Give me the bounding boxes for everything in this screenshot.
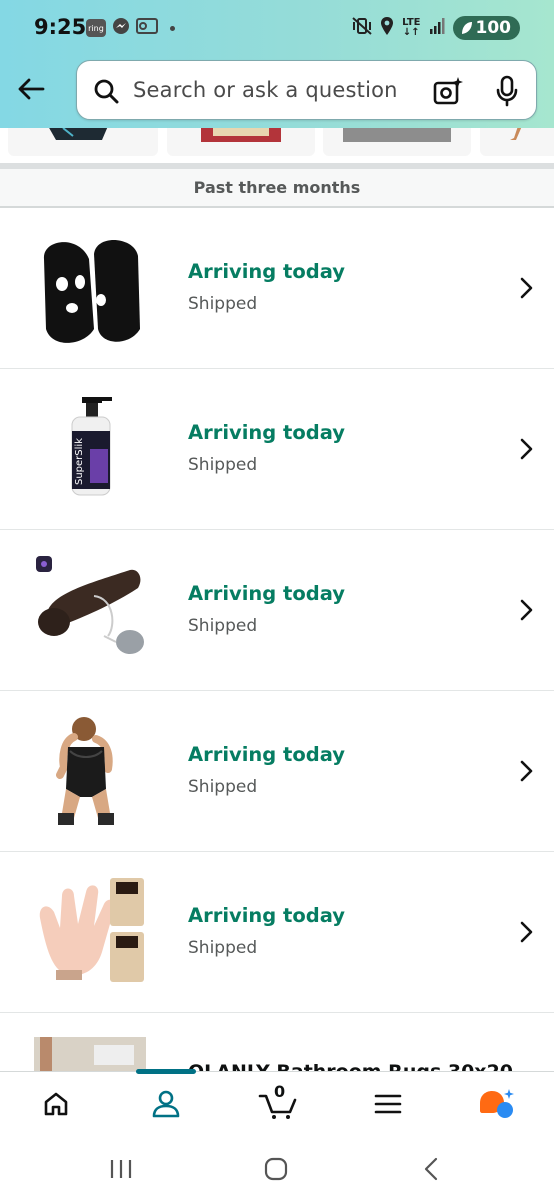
status-bar: 9:25 ring LTE ↓↑ 100 (0, 0, 554, 56)
delivery-status: Arriving today (188, 904, 345, 927)
chevron-right-icon (519, 598, 535, 626)
microphone-icon[interactable] (495, 75, 519, 111)
legs-image (510, 128, 522, 140)
app-header: 9:25 ring LTE ↓↑ 100 Search or ask a que… (0, 0, 554, 128)
bottom-navigation: 0 (0, 1069, 554, 1135)
battery-indicator: 100 (452, 16, 520, 40)
shipment-status: Shipped (188, 938, 258, 958)
home-square-icon (264, 1157, 288, 1181)
shipment-status: Shipped (188, 455, 258, 475)
recent-apps-button[interactable] (106, 1155, 136, 1183)
order-row[interactable]: SuperSlik Arriving today Shipped (0, 369, 554, 530)
home-icon (44, 1092, 68, 1116)
notification-icons: ring (86, 16, 175, 40)
person-icon (152, 1090, 180, 1118)
chevron-right-icon (519, 759, 535, 787)
chevron-right-icon (519, 437, 535, 465)
messenger-icon (112, 17, 130, 39)
delivery-status: Arriving today (188, 421, 345, 444)
search-icon (93, 78, 119, 108)
camera-search-icon[interactable] (433, 76, 463, 110)
rufus-assistant-icon (480, 1089, 514, 1118)
system-back-button[interactable] (416, 1155, 446, 1183)
shipment-status: Shipped (188, 294, 258, 314)
location-icon (380, 16, 394, 40)
vibrate-mute-icon (352, 17, 372, 39)
network-type: LTE (402, 17, 421, 28)
pet-food-bag-image (201, 128, 281, 142)
order-row[interactable]: Arriving today Shipped (0, 852, 554, 1013)
bodysuit-product-image (34, 717, 146, 827)
duffel-bag-image (49, 128, 108, 140)
balaclava-product-image (34, 234, 146, 344)
rufus-assistant-tab[interactable] (478, 1086, 518, 1122)
delivery-status: Arriving today (188, 260, 345, 283)
recent-apps-icon (110, 1160, 132, 1178)
delivery-status: Arriving today (188, 743, 345, 766)
chevron-right-icon (519, 920, 535, 948)
more-notifications-dot (170, 25, 175, 31)
ring-icon: ring (86, 19, 106, 37)
home-tab[interactable] (36, 1086, 76, 1122)
orders-section-header: Past three months (0, 169, 554, 208)
chevron-right-icon (519, 276, 535, 304)
svg-text:SuperSlik: SuperSlik (74, 438, 85, 485)
lte-icon: LTE ↓↑ (402, 17, 421, 38)
leaf-icon (461, 22, 472, 34)
carousel-tile[interactable] (8, 128, 158, 156)
search-placeholder[interactable]: Search or ask a question (133, 78, 398, 102)
order-row[interactable]: Arriving today Shipped (0, 530, 554, 691)
recommendation-carousel[interactable] (0, 128, 554, 160)
home-system-button[interactable] (261, 1155, 291, 1183)
status-time: 9:25 (34, 15, 87, 39)
arrow-left-icon (18, 78, 45, 100)
lubricant-bottle-product-image: SuperSlik (34, 395, 146, 505)
cart-tab[interactable]: 0 (256, 1082, 300, 1122)
menu-tab[interactable] (368, 1086, 408, 1122)
hamburger-menu-icon (374, 1094, 402, 1114)
shipment-status: Shipped (188, 616, 258, 636)
battery-level: 100 (475, 18, 512, 38)
chevron-left-icon (424, 1157, 438, 1181)
order-row[interactable]: Arriving today Shipped (0, 208, 554, 369)
towel-image (343, 128, 451, 142)
carousel-tile[interactable] (323, 128, 471, 156)
adult-toy-product-image (34, 556, 146, 666)
cart-count: 0 (274, 1082, 286, 1101)
outlook-icon (136, 17, 158, 39)
system-status-icons: LTE ↓↑ 100 (352, 15, 520, 41)
system-navigation-bar (0, 1135, 554, 1200)
search-bar[interactable]: Search or ask a question (76, 60, 537, 120)
mesh-wig-cap-product-image (34, 878, 146, 988)
carousel-tile[interactable] (167, 128, 315, 156)
delivery-status: Arriving today (188, 582, 345, 605)
order-row[interactable]: Arriving today Shipped (0, 691, 554, 852)
profile-tab[interactable] (146, 1086, 186, 1122)
active-tab-indicator (136, 1069, 196, 1074)
shipment-status: Shipped (188, 777, 258, 797)
signal-icon (429, 17, 445, 39)
back-button[interactable] (14, 72, 48, 106)
carousel-tile[interactable] (480, 128, 554, 156)
